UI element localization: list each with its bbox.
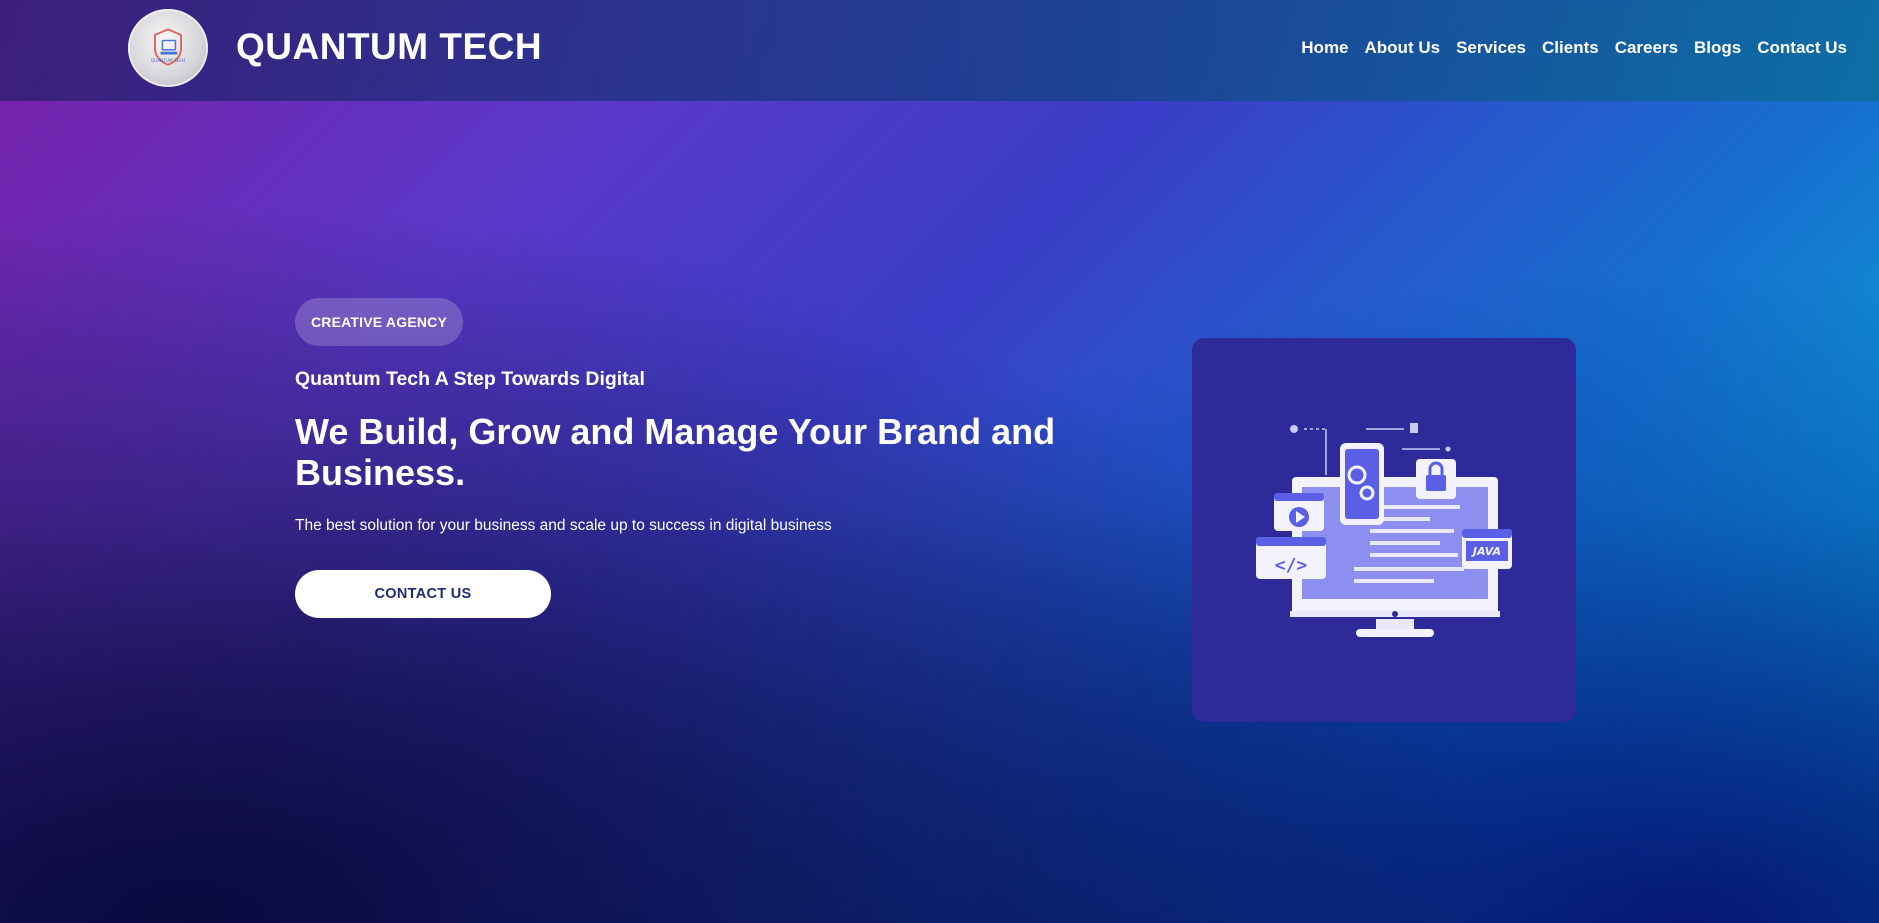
hero-illustration-card: </> JAVA <box>1192 338 1576 722</box>
hero-headline: We Build, Grow and Manage Your Brand and… <box>295 411 1056 493</box>
creative-agency-badge: CREATIVE AGENCY <box>295 298 464 346</box>
contact-us-button[interactable]: CONTACT US <box>295 570 551 619</box>
site-header: QUANTUM TECH QUANTUM TECH Home About Us … <box>0 0 1879 101</box>
java-label: JAVA <box>1471 545 1501 558</box>
logo[interactable]: QUANTUM TECH <box>128 9 208 87</box>
logo-text: QUANTUM TECH <box>151 58 185 63</box>
web-development-illustration-icon: </> JAVA <box>1256 423 1512 637</box>
code-window-label: </> <box>1275 555 1308 576</box>
nav-careers[interactable]: Careers <box>1615 38 1678 58</box>
main-nav: Home About Us Services Clients Careers B… <box>1301 38 1847 58</box>
nav-blogs[interactable]: Blogs <box>1694 38 1741 58</box>
nav-services[interactable]: Services <box>1456 38 1526 58</box>
nav-about-us[interactable]: About Us <box>1365 38 1441 58</box>
shield-logo-icon: QUANTUM TECH <box>151 28 185 66</box>
nav-home[interactable]: Home <box>1301 38 1348 58</box>
hero-content: CREATIVE AGENCY Quantum Tech A Step Towa… <box>295 298 1095 619</box>
nav-clients[interactable]: Clients <box>1542 38 1599 58</box>
brand-name[interactable]: QUANTUM TECH <box>236 26 542 68</box>
nav-contact-us[interactable]: Contact Us <box>1757 38 1847 58</box>
hero-tagline: Quantum Tech A Step Towards Digital <box>295 368 645 390</box>
hero-subtext: The best solution for your business and … <box>295 517 832 535</box>
